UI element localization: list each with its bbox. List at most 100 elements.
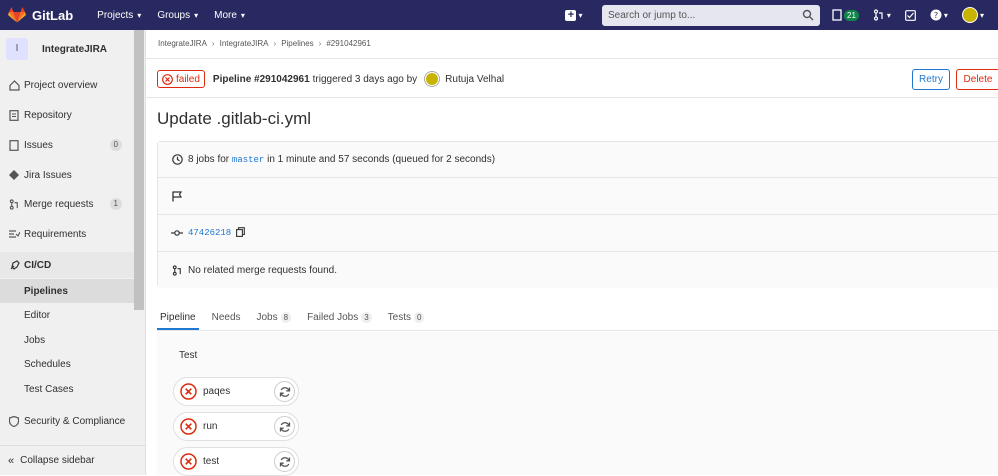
job-pill[interactable]: run [173, 412, 299, 441]
search-placeholder: Search or jump to... [608, 10, 695, 21]
gitlab-brand-name: GitLab [32, 8, 73, 23]
retry-job-button[interactable] [274, 451, 295, 472]
failed-status-icon [180, 383, 197, 400]
plus-icon: + [565, 10, 576, 21]
more-menu[interactable]: More▾ [214, 10, 245, 21]
tab-pipeline[interactable]: Pipeline [157, 312, 199, 330]
sidebar-item-project-overview[interactable]: Project overview [0, 74, 134, 96]
divider [146, 97, 998, 98]
tab-count-badge: 3 [361, 312, 371, 323]
sidebar-project-header[interactable]: I IntegrateJIRA [0, 30, 145, 68]
retry-button[interactable]: Retry [912, 69, 950, 90]
pipeline-tabs: Pipeline Needs Jobs8 Failed Jobs3 Tests0 [157, 306, 998, 331]
new-item-button[interactable]: +▾ [560, 4, 588, 26]
retry-icon [279, 421, 291, 433]
gitlab-home-link[interactable]: GitLab [8, 7, 73, 23]
job-name: test [203, 456, 219, 467]
sidebar-item-security-compliance[interactable]: Security & Compliance [0, 410, 134, 432]
navbar-right-icons: 21 ▾ ? ▾ ▾ [832, 6, 998, 24]
divider [146, 58, 998, 59]
sidebar-subitem-label: Pipelines [24, 286, 68, 297]
sidebar-item-label: Jira Issues [24, 170, 72, 181]
sidebar-subitem-pipelines[interactable]: Pipelines [0, 279, 134, 303]
chevron-right-icon: › [274, 39, 277, 48]
branch-link[interactable]: master [232, 155, 264, 165]
job-pill[interactable]: test [173, 447, 299, 476]
pipeline-user-link[interactable]: Rutuja Velhal [445, 74, 504, 85]
user-avatar [962, 7, 978, 23]
tab-label: Jobs [257, 312, 278, 323]
failed-status-icon [180, 418, 197, 435]
help-icon: ? [930, 9, 942, 21]
tab-tests[interactable]: Tests0 [385, 312, 428, 330]
chevron-down-icon: ▾ [137, 11, 141, 20]
tab-jobs[interactable]: Jobs8 [254, 312, 295, 330]
projects-menu[interactable]: Projects ▾ [97, 10, 141, 21]
breadcrumb-item[interactable]: #291042961 [326, 39, 371, 48]
breadcrumb-item[interactable]: Pipelines [281, 39, 313, 48]
projects-menu-label: Projects [97, 10, 133, 21]
sidebar-item-label: Repository [24, 110, 72, 121]
sidebar-subitem-schedules[interactable]: Schedules [0, 352, 134, 376]
project-sidebar: I IntegrateJIRA Project overview Reposit… [0, 30, 146, 475]
tab-label: Pipeline [160, 312, 196, 323]
chevron-right-icon: › [319, 39, 322, 48]
merge-request-icon [171, 264, 183, 276]
collapse-sidebar-button[interactable]: « Collapse sidebar [0, 445, 146, 475]
no-mr-text: No related merge requests found. [188, 265, 337, 276]
user-menu-button[interactable]: ▾ [962, 7, 984, 23]
tab-needs[interactable]: Needs [209, 312, 244, 330]
chevron-right-icon: › [212, 39, 215, 48]
groups-menu[interactable]: Groups▾ [157, 10, 198, 21]
main-content: IntegrateJIRA › IntegrateJIRA › Pipelines ›… [146, 30, 998, 475]
job-pill[interactable]: paqes [173, 377, 299, 406]
jobs-count-text: 8 jobs for [188, 154, 229, 165]
sidebar-subitem-jobs[interactable]: Jobs [0, 328, 134, 352]
merge-requests-count-badge: 1 [110, 198, 122, 210]
sidebar-item-label: Merge requests [24, 199, 93, 210]
user-avatar[interactable] [425, 72, 439, 86]
job-name: paqes [203, 386, 230, 397]
sidebar-item-cicd[interactable]: CI/CD [0, 252, 134, 278]
retry-job-button[interactable] [274, 381, 295, 402]
merge-request-icon [873, 9, 885, 21]
sidebar-item-merge-requests[interactable]: Merge requests 1 [0, 193, 134, 215]
sidebar-subitem-test-cases[interactable]: Test Cases [0, 377, 134, 401]
breadcrumb-item[interactable]: IntegrateJIRA [220, 39, 269, 48]
commit-sha-link[interactable]: 47426218 [188, 228, 231, 238]
status-badge[interactable]: failed [157, 70, 205, 88]
double-chevron-left-icon: « [8, 455, 14, 467]
sidebar-item-requirements[interactable]: Requirements [0, 223, 134, 245]
pipeline-duration-row: 8 jobs for master in 1 minute and 57 sec… [158, 142, 998, 178]
search-icon [802, 9, 814, 21]
help-nav-button[interactable]: ? ▾ [930, 9, 948, 21]
sidebar-item-jira-issues[interactable]: Jira Issues [0, 164, 134, 186]
stage-name: Test [179, 350, 197, 361]
retry-icon [279, 456, 291, 468]
sidebar-item-issues[interactable]: Issues 0 [0, 134, 134, 156]
new-menu[interactable]: +▾ [560, 4, 588, 26]
todos-nav-button[interactable] [905, 10, 916, 21]
retry-job-button[interactable] [274, 416, 295, 437]
merge-requests-nav-button[interactable]: ▾ [873, 9, 891, 21]
breadcrumb-item[interactable]: IntegrateJIRA [158, 39, 207, 48]
merge-icon [8, 198, 20, 210]
page-title: Update .gitlab-ci.yml [157, 109, 311, 129]
rocket-icon [8, 259, 20, 271]
copy-icon[interactable] [236, 227, 245, 240]
issues-nav-button[interactable]: 21 [832, 9, 859, 21]
flag-icon [171, 190, 183, 202]
search-input[interactable]: Search or jump to... [602, 5, 820, 26]
chevron-down-icon: ▾ [944, 11, 948, 20]
sidebar-subitem-label: Jobs [24, 335, 45, 346]
sidebar-subitem-label: Schedules [24, 359, 71, 370]
tab-failed-jobs[interactable]: Failed Jobs3 [304, 312, 375, 330]
job-name: run [203, 421, 217, 432]
delete-button[interactable]: Delete [956, 69, 998, 90]
sidebar-subitem-editor[interactable]: Editor [0, 303, 134, 327]
sidebar-item-repository[interactable]: Repository [0, 104, 134, 126]
tab-label: Needs [212, 312, 241, 323]
failed-status-icon [180, 453, 197, 470]
sidebar-scrollbar[interactable] [134, 30, 144, 310]
collapse-sidebar-label: Collapse sidebar [20, 455, 95, 466]
